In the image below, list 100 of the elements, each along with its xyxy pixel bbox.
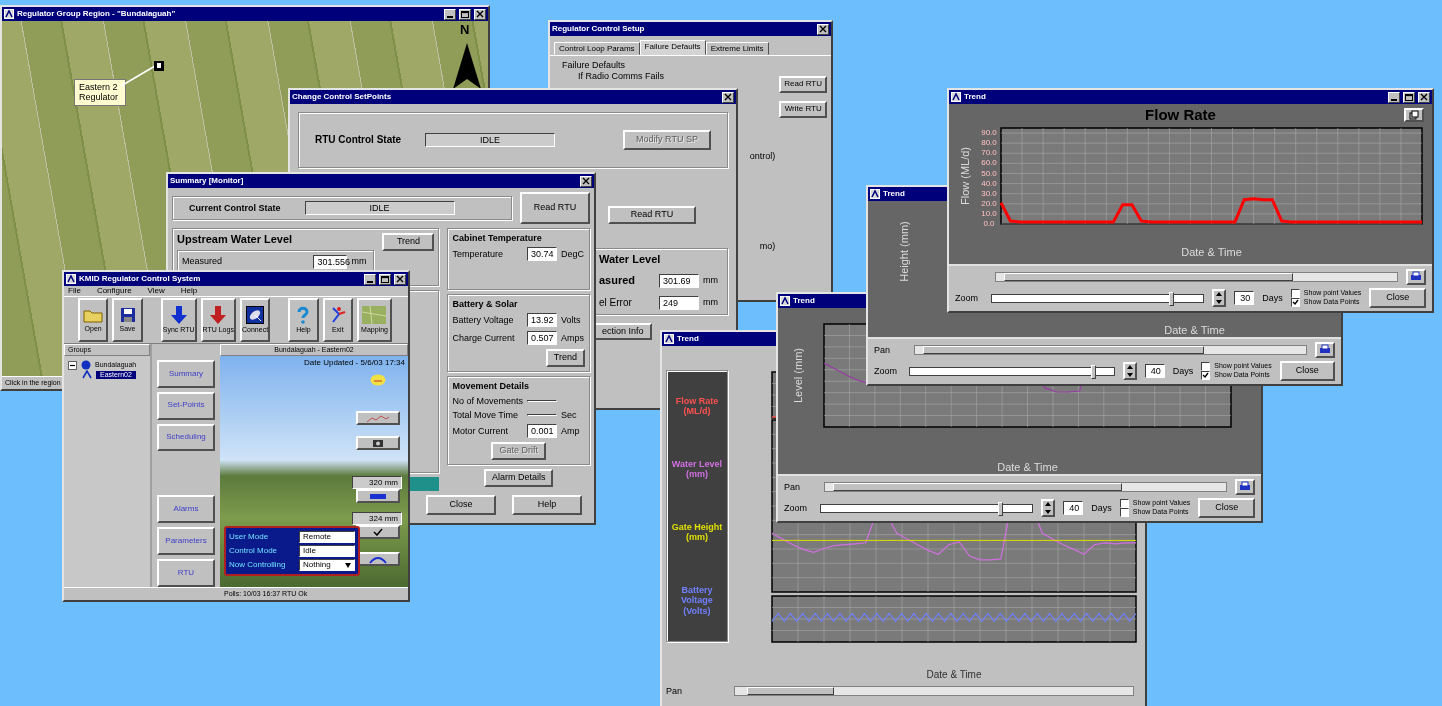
axis-title: Date & Time [1181,246,1242,258]
menu-item[interactable]: Help [180,286,198,297]
minimize-button[interactable] [1388,91,1400,103]
spin-button[interactable] [1211,289,1226,307]
trend-chart-icon [366,413,390,423]
print-button[interactable] [1235,479,1255,495]
help-button[interactable]: Help [512,495,582,515]
nav-button[interactable]: Alarms [157,495,215,524]
pan-scrollbar[interactable] [914,345,1307,355]
pan-scrollbar[interactable] [995,272,1398,282]
close-icon [724,93,732,101]
maximize-button[interactable] [459,8,471,20]
slider-thumb[interactable] [1091,364,1097,379]
close-button[interactable]: Close [426,495,496,515]
nav-button[interactable]: RTU [157,559,215,587]
maximize-button[interactable] [379,273,391,285]
info-button[interactable]: ection Info [594,322,652,341]
trend-button[interactable]: Trend [382,233,435,251]
close-button[interactable] [1418,91,1430,103]
tab[interactable]: Failure Defaults [639,40,706,56]
pan-scrollbar[interactable] [824,482,1227,492]
slider-thumb[interactable] [1169,291,1175,306]
spin-arrows-icon [1214,291,1223,305]
window-title: Trend [964,92,986,102]
read-button[interactable]: Read RTU [608,206,696,224]
field-label: No of Movements [452,395,523,406]
spin-button[interactable] [1122,362,1137,380]
tab[interactable]: Extreme Limits [705,42,769,56]
days-field[interactable]: 40 [1062,501,1084,515]
collapse-icon[interactable] [68,360,77,370]
menu-item[interactable]: File [68,286,81,297]
nav-button[interactable]: Set-Points [157,391,215,420]
zoom-slider[interactable] [909,366,1115,376]
close-button[interactable]: Close [1198,498,1255,518]
trend-button[interactable]: Trend [545,349,585,368]
close-button[interactable] [474,8,486,20]
close-button[interactable] [817,23,829,35]
dropdown[interactable]: Nothing [299,559,355,572]
maximize-icon [381,275,389,283]
value-field: 0.001 [527,424,557,439]
button[interactable]: Write RTU [779,101,827,118]
legend-label: Flow Rate (ML/d) [674,396,720,417]
group-title: Battery & Solar [452,299,519,310]
unit-label: Amp [561,426,581,437]
days-field[interactable]: 40 [1144,364,1165,378]
down-arrow-icon [169,306,188,325]
group-title: Movement Details [452,381,530,392]
minimize-button[interactable] [444,8,456,20]
field-label: Temperature [452,249,504,260]
axis-tick-label: 40.0 [981,178,997,188]
camera-button[interactable] [356,436,400,451]
checkbox[interactable] [1119,508,1129,517]
axis-title: Height (mm) [898,221,910,282]
zoom-slider[interactable] [991,293,1204,303]
group-icon [81,360,91,371]
field-label: asured [599,274,637,287]
maximize-button[interactable] [1403,91,1415,103]
close-button[interactable]: Close [1279,361,1335,381]
spin-button[interactable] [1040,499,1055,517]
checkbox[interactable] [1290,298,1300,307]
check-button[interactable] [356,525,400,540]
print-button[interactable] [1406,269,1426,285]
nav-button[interactable]: Summary [157,360,215,388]
satellite-dish-icon [246,306,265,325]
pan-scrollbar[interactable] [734,686,1134,697]
read-button[interactable]: Read RTU [520,192,590,224]
print-button[interactable] [1315,342,1335,358]
nav-button[interactable]: Parameters [157,527,215,556]
nav-button[interactable]: Scheduling [157,423,215,452]
trend-chart-button[interactable] [356,411,400,426]
unit-label: mm [703,297,719,308]
axis-tick-label: 80.0 [981,138,997,148]
days-field[interactable]: 30 [1233,291,1255,305]
menu-item[interactable]: Configure [96,286,132,297]
tab[interactable]: Control Loop Params [554,42,640,56]
camera-icon [373,439,383,447]
checkbox[interactable] [1201,362,1211,371]
axis-tick-label: 60.0 [981,158,997,168]
alarm-details-button[interactable]: Alarm Details [483,469,554,488]
restore-button[interactable] [1404,107,1424,123]
slider-thumb[interactable] [998,501,1004,516]
window-title: Trend [677,334,699,344]
close-button[interactable] [722,91,734,103]
checkmark-icon [1291,299,1299,306]
checkbox[interactable] [1201,371,1211,380]
minimize-icon [447,16,453,18]
zoom-slider[interactable] [820,503,1033,513]
unit-label: DegC [561,249,585,260]
level-bar-button[interactable] [356,489,400,504]
close-button[interactable]: Close [1369,288,1426,308]
button[interactable]: Read RTU [779,76,827,93]
checkmark-icon [1202,372,1210,379]
field-label: RTU Control State [315,134,402,146]
caret-icon [345,562,351,568]
close-button[interactable] [394,273,406,285]
close-button[interactable] [580,175,592,187]
checkbox[interactable] [1119,499,1129,508]
minimize-button[interactable] [364,273,376,285]
menu-item[interactable]: View [147,286,165,297]
checkbox[interactable] [1290,289,1300,298]
